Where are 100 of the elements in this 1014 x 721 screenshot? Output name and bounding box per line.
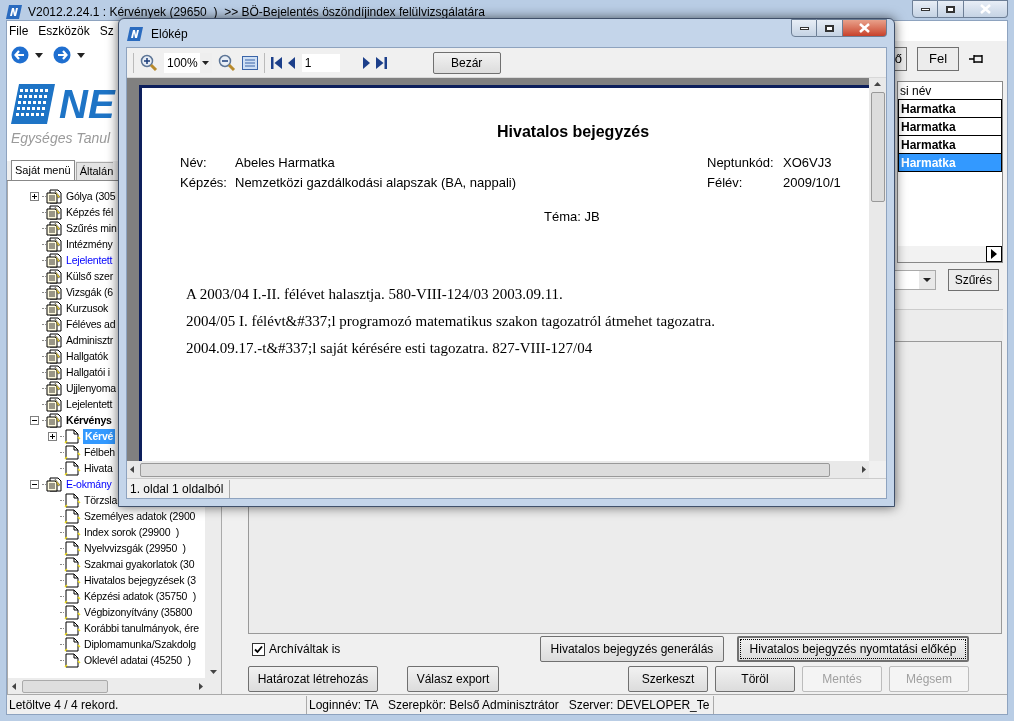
tree-item[interactable]: Féléves ad (65, 316, 117, 332)
page-view-icon[interactable] (241, 55, 258, 70)
horizontal-scrollbar[interactable] (8, 678, 221, 694)
tree-item[interactable]: Gólya (305 (65, 188, 117, 204)
action-button[interactable]: Szerkeszt (628, 666, 708, 692)
document-title: Hivatalos bejegyzés (497, 122, 650, 142)
sidebar-tab[interactable]: Saját menü (11, 160, 75, 180)
documents-icon (46, 252, 63, 268)
tree-item[interactable]: Lejelentett (65, 252, 114, 268)
tree-item[interactable]: Index sorok (29900 ) (83, 524, 181, 540)
tree-item[interactable]: Adminisztr (65, 332, 114, 348)
scroll-thumb[interactable] (870, 92, 885, 202)
maximize-button[interactable] (817, 19, 843, 37)
next-page-icon[interactable] (361, 56, 370, 69)
page-icon (64, 444, 81, 460)
tree-item[interactable]: Kurzusok (65, 300, 110, 316)
tree-item[interactable]: Törzsla (83, 492, 119, 508)
vertical-scrollbar[interactable] (869, 78, 886, 461)
sidebar-tab[interactable]: Általán (75, 162, 114, 180)
maximize-button[interactable] (938, 0, 964, 18)
first-page-icon[interactable] (270, 56, 282, 69)
tree-item[interactable]: Hallgatók (65, 348, 109, 364)
tree-item[interactable]: Lejelentett (65, 396, 114, 412)
menu-item[interactable]: File (9, 22, 29, 40)
tree-item[interactable]: Oklevél adatai (45250 ) (83, 652, 192, 668)
tree-item[interactable]: Külső szer (65, 268, 115, 284)
tree-item[interactable]: E-okmány (65, 476, 113, 492)
tree-item[interactable]: Diplomamunka/Szakdolg (83, 636, 197, 652)
last-page-icon[interactable] (375, 56, 387, 69)
page-number-field[interactable]: 1 (301, 53, 340, 72)
scroll-right-icon[interactable] (862, 466, 866, 473)
documents-icon (46, 236, 63, 252)
scroll-down-icon[interactable] (209, 670, 217, 674)
page-icon (64, 540, 81, 556)
action-button[interactable]: Töröl (715, 666, 795, 692)
tree-item[interactable]: Vizsgák (6 (65, 284, 114, 300)
logo-tagline: Egységes Tanul (11, 128, 111, 148)
action-button[interactable]: Válasz export (407, 666, 499, 692)
documents-icon (46, 188, 63, 204)
tree-item[interactable]: Kérvénys (65, 412, 113, 428)
tree-item[interactable]: Szakmai gyakorlatok (30 (83, 556, 196, 572)
toolbar-button[interactable]: Fel (917, 47, 959, 71)
caret-icon[interactable] (35, 52, 43, 58)
field-label: Félév: (707, 174, 744, 193)
page-icon (64, 524, 81, 540)
zoom-out-icon[interactable] (217, 53, 236, 72)
logo-icon (11, 83, 55, 124)
action-button[interactable]: Határozat létrehozás (248, 666, 378, 692)
tree-item[interactable]: Végbizonyítvány (35800 (83, 604, 194, 620)
tree-item[interactable]: Intézmény (65, 236, 114, 252)
minimize-button[interactable] (912, 0, 938, 18)
page-icon (64, 556, 81, 572)
scroll-left-icon[interactable] (130, 466, 134, 473)
app-icon (127, 27, 143, 41)
menu-item[interactable]: Sz (99, 22, 114, 40)
close-button[interactable] (843, 19, 887, 37)
tree-item[interactable]: Hivata (83, 460, 114, 476)
documents-icon (46, 316, 63, 332)
collapse-icon[interactable] (30, 415, 39, 425)
expand-icon[interactable] (30, 191, 39, 201)
zoom-dropdown[interactable]: 100% (164, 52, 212, 73)
tree-item[interactable]: Korábbi tanulmányok, ére (83, 620, 200, 636)
tree-item[interactable]: Szűrés min (65, 220, 118, 236)
field-value: Abeles Harmatka (235, 154, 336, 173)
checkbox[interactable] (252, 642, 265, 656)
tree-item[interactable]: Nyelvvizsgák (29950 ) (83, 540, 187, 556)
action-button[interactable]: Hivatalos bejegyzés nyomtatási előkép (737, 636, 969, 662)
status-text: Letöltve 4 / 4 rekord. (8, 696, 120, 714)
field-value: XO6VJ3 (783, 154, 832, 173)
tree-item[interactable]: Képzési adatok (35750 ) (83, 588, 197, 604)
tree-item[interactable]: Személyes adatok (2900 (83, 508, 197, 524)
documents-icon (46, 348, 63, 364)
scroll-right-icon[interactable] (199, 682, 203, 690)
pin-icon[interactable] (969, 54, 985, 64)
filter-button[interactable]: Szűrés (947, 269, 999, 291)
menu-item[interactable]: Eszközök (38, 22, 90, 40)
expand-icon[interactable] (48, 431, 57, 441)
tree-item[interactable]: Hallgatói i (65, 364, 111, 380)
horizontal-scrollbar[interactable] (127, 461, 869, 478)
tree-item[interactable]: Ujjlenyoma (65, 380, 117, 396)
minimize-button[interactable] (791, 19, 817, 37)
close-preview-button[interactable]: Bezár (432, 51, 501, 74)
collapse-icon[interactable] (30, 479, 39, 489)
documents-icon (46, 300, 63, 316)
scroll-up-icon[interactable] (874, 82, 881, 86)
caret-icon[interactable] (77, 52, 85, 58)
tree-item[interactable]: Hivatalos bejegyzések (3 (83, 572, 197, 588)
field-label: Név: (180, 154, 208, 173)
action-button[interactable]: Hivatalos bejegyzés generálás (540, 636, 724, 662)
previous-page-icon[interactable] (287, 56, 296, 69)
logo-wordmark: NE (59, 81, 115, 126)
scroll-left-icon[interactable] (12, 682, 16, 690)
tree-item[interactable]: Félbeh (83, 444, 116, 460)
close-button[interactable] (964, 0, 1008, 18)
back-arrow-icon[interactable] (11, 46, 29, 64)
zoom-in-icon[interactable] (140, 53, 158, 72)
scroll-thumb[interactable] (140, 462, 830, 477)
forward-arrow-icon[interactable] (53, 46, 71, 64)
tree-item[interactable]: Képzés fél (65, 204, 115, 220)
scroll-right-icon[interactable] (986, 246, 1002, 262)
